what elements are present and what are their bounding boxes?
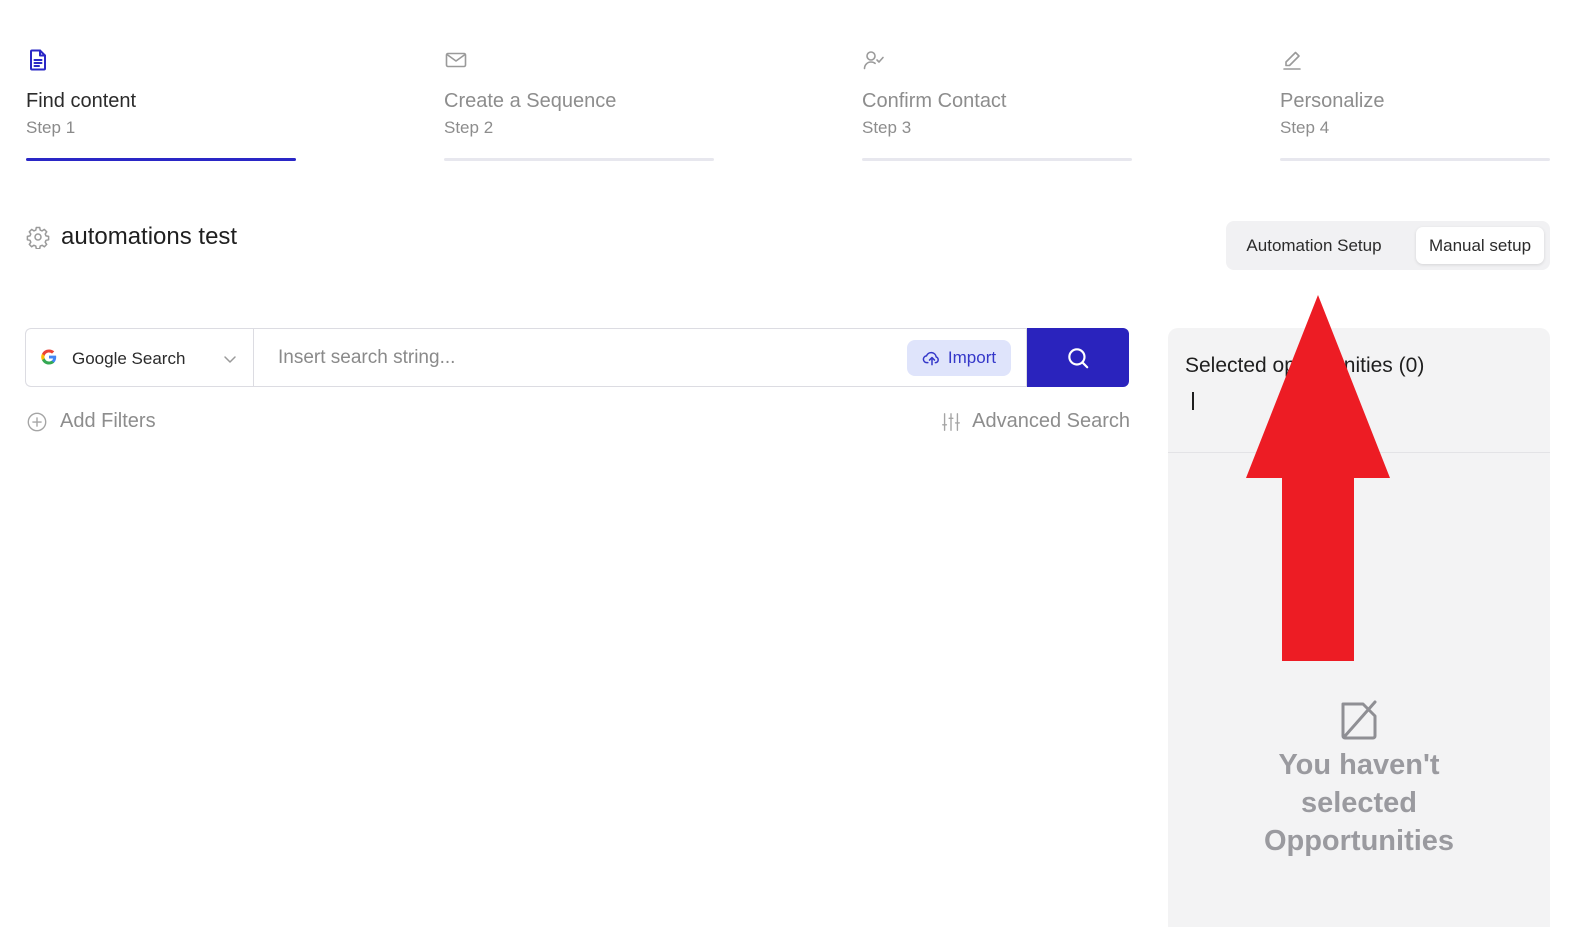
chevron-down-icon xyxy=(224,356,236,363)
search-source-label: Google Search xyxy=(72,349,186,368)
project-header: automations test xyxy=(26,222,237,252)
project-name: automations test xyxy=(61,223,238,250)
stepper: Find content Step 1 Create a Sequence St… xyxy=(0,0,1595,170)
step-progress-bar xyxy=(444,158,714,161)
advanced-search-label: Advanced Search xyxy=(972,410,1130,432)
search-button[interactable] xyxy=(1027,328,1129,387)
step-subtitle: Step 1 xyxy=(26,118,76,137)
search-input-container: Import xyxy=(253,328,1027,387)
document-icon xyxy=(30,49,46,71)
step-title: Create a Sequence xyxy=(444,90,617,112)
add-filters-button[interactable]: Add Filters xyxy=(26,410,156,433)
step-title: Personalize xyxy=(1280,90,1385,112)
manual-setup-button[interactable]: Manual setup xyxy=(1416,227,1544,264)
step-title: Confirm Contact xyxy=(862,90,1007,112)
step-confirm-contact[interactable]: Confirm Contact Step 3 xyxy=(862,48,1134,164)
step-subtitle: Step 3 xyxy=(862,118,912,137)
empty-state-message: You haven't selected Opportunities xyxy=(1263,749,1455,857)
step-subtitle: Step 4 xyxy=(1280,118,1330,137)
text-cursor xyxy=(1192,392,1194,410)
google-icon xyxy=(41,349,57,365)
gear-icon[interactable] xyxy=(26,225,50,249)
add-filters-label: Add Filters xyxy=(60,410,156,432)
search-icon xyxy=(1068,347,1089,368)
search-source-select[interactable]: Google Search xyxy=(25,328,253,387)
no-selection-icon xyxy=(1341,700,1377,740)
import-label: Import xyxy=(947,348,997,367)
cloud-upload-icon xyxy=(922,351,939,366)
step-progress-bar xyxy=(26,158,296,161)
step-title: Find content xyxy=(26,90,137,112)
pencil-icon xyxy=(1283,51,1301,70)
plus-circle-icon xyxy=(27,412,47,431)
filters-row: Add Filters Advanced Search xyxy=(26,410,1130,436)
import-button[interactable]: Import xyxy=(907,340,1011,376)
search-bar: Google Search Import xyxy=(25,328,1129,387)
setup-mode-toggle: Automation Setup Manual setup xyxy=(1226,221,1550,270)
step-progress-bar xyxy=(862,158,1132,161)
sliders-icon xyxy=(942,412,961,431)
search-input[interactable] xyxy=(254,329,894,386)
step-personalize[interactable]: Personalize Step 4 xyxy=(1280,48,1552,164)
advanced-search-button[interactable]: Advanced Search xyxy=(940,410,1130,433)
empty-state: You haven't selected Opportunities xyxy=(1168,698,1550,860)
panel-header: Selected opportunities (0) xyxy=(1168,328,1550,453)
automation-setup-button[interactable]: Automation Setup xyxy=(1230,227,1398,264)
user-check-icon xyxy=(863,51,884,70)
selected-opportunities-title: Selected opportunities (0) xyxy=(1185,354,1425,377)
envelope-icon xyxy=(445,52,467,68)
step-subtitle: Step 2 xyxy=(444,118,494,137)
step-find-content[interactable]: Find content Step 1 xyxy=(26,48,298,164)
step-progress-bar xyxy=(1280,158,1550,161)
selected-opportunities-panel: Selected opportunities (0) You haven't s… xyxy=(1168,328,1550,927)
step-create-sequence[interactable]: Create a Sequence Step 2 xyxy=(444,48,716,164)
